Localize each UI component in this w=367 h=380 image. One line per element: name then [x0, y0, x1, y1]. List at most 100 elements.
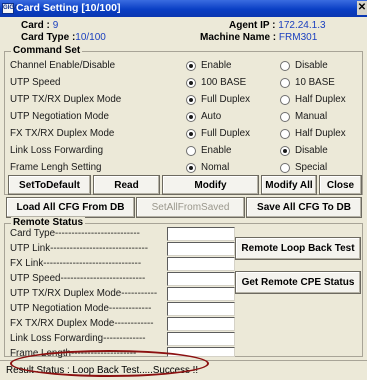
radio-label: 100 BASE: [201, 77, 247, 88]
radio-label: Enable: [201, 60, 232, 71]
machine-name-label: Machine Name :: [200, 32, 277, 43]
status-label-card-type: Card Type--------------------------: [10, 228, 140, 239]
remote-status-group: Remote Status Card Type-----------------…: [4, 217, 363, 359]
status-value-fx-link: [167, 257, 235, 271]
radio-empty-icon[interactable]: [280, 60, 290, 71]
command-set-title: Command Set: [11, 45, 83, 56]
radio-selected-icon[interactable]: [280, 145, 290, 156]
radio-label: Nomal: [201, 162, 230, 173]
card-value: 9: [52, 20, 59, 31]
link-loss-enable-radio[interactable]: Enable: [186, 145, 232, 156]
cmd-row-label: Link Loss Forwarding: [10, 145, 104, 156]
radio-label: Manual: [295, 111, 328, 122]
card-type-label: Card Type :: [21, 32, 76, 43]
radio-selected-icon[interactable]: [186, 60, 196, 71]
status-label-fx-duplex: FX TX/RX Duplex Mode------------: [10, 318, 154, 329]
card-type-value: 10/100: [75, 32, 106, 43]
radio-label: Full Duplex: [201, 128, 251, 139]
status-value-utp-negotiation: [167, 302, 235, 316]
remote-loop-back-test-button[interactable]: Remote Loop Back Test: [235, 237, 361, 260]
frame-nomal-radio[interactable]: Nomal: [186, 162, 229, 173]
status-value-link-loss: [167, 332, 235, 346]
utp-speed-100-radio[interactable]: 100 BASE: [186, 77, 246, 88]
radio-label: 10 BASE: [295, 77, 335, 88]
modify-button[interactable]: Modify: [162, 175, 259, 195]
cmd-row-label: UTP TX/RX Duplex Mode: [10, 94, 122, 105]
save-all-cfg-button[interactable]: Save All CFG To DB: [246, 197, 362, 218]
close-button[interactable]: Close: [319, 175, 362, 195]
title-bar[interactable]: GIGA Card Setting [10/100] ✕: [0, 0, 367, 17]
radio-empty-icon[interactable]: [280, 128, 290, 139]
channel-enable-radio[interactable]: Enable: [186, 60, 232, 71]
get-remote-cpe-status-button[interactable]: Get Remote CPE Status: [235, 271, 361, 294]
negotiation-manual-radio[interactable]: Manual: [280, 111, 327, 122]
set-to-default-button[interactable]: SetToDefault: [8, 175, 91, 195]
machine-name-value: FRM301: [278, 32, 318, 43]
read-button[interactable]: Read: [93, 175, 160, 195]
card-setting-window: GIGA Card Setting [10/100] ✕ Card : 9 Ca…: [0, 0, 367, 380]
cmd-row-label: Frame Lengh Setting: [10, 162, 102, 173]
radio-label: Disable: [295, 145, 328, 156]
status-label-utp-negotiation: UTP Negotiation Mode-------------: [10, 303, 152, 314]
fx-full-duplex-radio[interactable]: Full Duplex: [186, 128, 250, 139]
status-value-utp-speed: [167, 272, 235, 286]
cmd-row-fx-duplex: FX TX/RX Duplex Mode Full Duplex Half Du…: [5, 125, 358, 142]
radio-selected-icon[interactable]: [186, 77, 196, 88]
card-label: Card :: [21, 20, 50, 31]
radio-empty-icon[interactable]: [280, 162, 290, 173]
radio-label: Enable: [201, 145, 232, 156]
radio-selected-icon[interactable]: [186, 111, 196, 122]
cmd-row-utp-speed: UTP Speed 100 BASE 10 BASE: [5, 74, 358, 91]
status-label-utp-link: UTP Link------------------------------: [10, 243, 148, 254]
app-logo-icon: GIGA: [2, 3, 18, 14]
load-all-cfg-button[interactable]: Load All CFG From DB: [6, 197, 135, 218]
status-value-utp-duplex: [167, 287, 235, 301]
window-close-icon[interactable]: ✕: [357, 1, 367, 15]
radio-selected-icon[interactable]: [186, 162, 196, 173]
modify-all-button[interactable]: Modify All: [261, 175, 317, 195]
command-set-group: Command Set Channel Enable/Disable Enabl…: [4, 45, 363, 195]
channel-disable-radio[interactable]: Disable: [280, 60, 328, 71]
status-value-card-type: [167, 227, 235, 241]
fx-half-duplex-radio[interactable]: Half Duplex: [280, 128, 346, 139]
radio-empty-icon[interactable]: [280, 77, 290, 88]
cmd-row-label: UTP Speed: [10, 77, 61, 88]
cmd-row-frame-length: Frame Lengh Setting Nomal Special: [5, 159, 358, 176]
status-label-utp-duplex: UTP TX/RX Duplex Mode-----------: [10, 288, 158, 299]
machine-name-info: Machine Name : FRM301: [200, 32, 317, 43]
status-value-utp-link: [167, 242, 235, 256]
remote-status-title: Remote Status: [11, 217, 86, 228]
radio-label: Auto: [201, 111, 222, 122]
radio-label: Half Duplex: [295, 128, 346, 139]
radio-label: Disable: [295, 60, 328, 71]
utp-full-duplex-radio[interactable]: Full Duplex: [186, 94, 250, 105]
set-all-from-saved-button[interactable]: SetAllFromSaved: [136, 197, 245, 218]
radio-empty-icon[interactable]: [280, 94, 290, 105]
cmd-row-utp-negotiation: UTP Negotiation Mode Auto Manual: [5, 108, 358, 125]
radio-empty-icon[interactable]: [186, 145, 196, 156]
radio-selected-icon[interactable]: [186, 94, 196, 105]
window-title: Card Setting [10/100]: [16, 2, 121, 14]
status-label-link-loss: Link Loss Forwarding-------------: [10, 333, 146, 344]
agent-ip-value: 172.24.1.3: [278, 20, 326, 31]
card-info: Card : 9: [21, 20, 58, 31]
cmd-row-channel: Channel Enable/Disable Enable Disable: [5, 57, 358, 74]
link-loss-disable-radio[interactable]: Disable: [280, 145, 328, 156]
highlight-oval-annotation: [10, 350, 209, 377]
radio-label: Special: [295, 162, 328, 173]
status-label-fx-link: FX Link------------------------------: [10, 258, 142, 269]
radio-empty-icon[interactable]: [280, 111, 290, 122]
utp-speed-10-radio[interactable]: 10 BASE: [280, 77, 335, 88]
agent-ip-info: Agent IP : 172.24.1.3: [229, 20, 326, 31]
cmd-row-label: UTP Negotiation Mode: [10, 111, 109, 122]
utp-half-duplex-radio[interactable]: Half Duplex: [280, 94, 346, 105]
frame-special-radio[interactable]: Special: [280, 162, 327, 173]
cmd-row-link-loss: Link Loss Forwarding Enable Disable: [5, 142, 358, 159]
card-type-info: Card Type :10/100: [21, 32, 106, 43]
agent-ip-label: Agent IP :: [229, 20, 276, 31]
status-value-fx-duplex: [167, 317, 235, 331]
radio-selected-icon[interactable]: [186, 128, 196, 139]
cmd-row-utp-duplex: UTP TX/RX Duplex Mode Full Duplex Half D…: [5, 91, 358, 108]
cmd-row-label: FX TX/RX Duplex Mode: [10, 128, 115, 139]
negotiation-auto-radio[interactable]: Auto: [186, 111, 221, 122]
